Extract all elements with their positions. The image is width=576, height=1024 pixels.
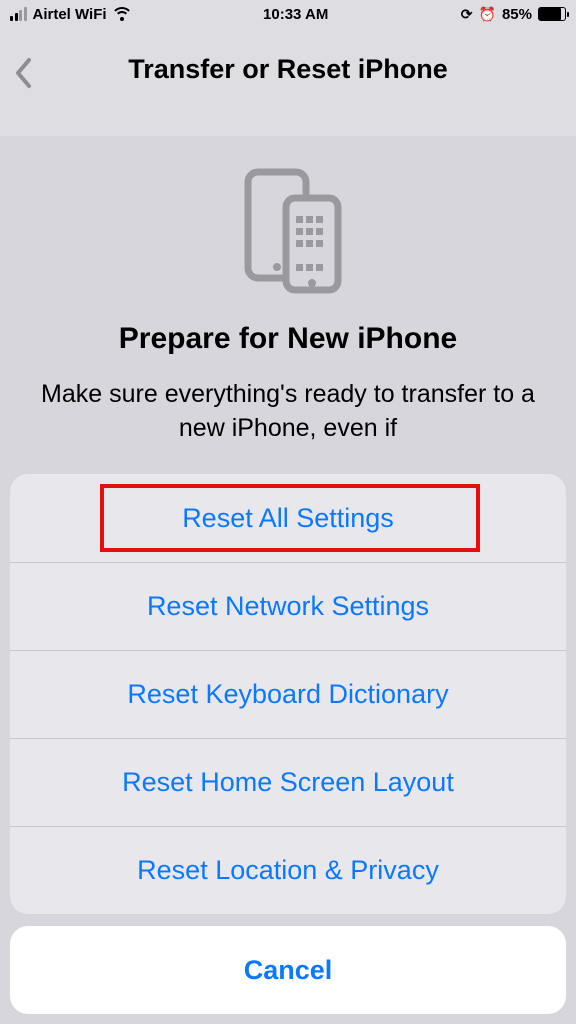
reset-network-settings-option[interactable]: Reset Network Settings: [10, 562, 566, 650]
option-label: Reset Network Settings: [147, 591, 429, 622]
reset-keyboard-dictionary-option[interactable]: Reset Keyboard Dictionary: [10, 650, 566, 738]
action-sheet-options: Reset All Settings Reset Network Setting…: [10, 474, 566, 914]
action-sheet: Reset All Settings Reset Network Setting…: [10, 474, 566, 1014]
cancel-button[interactable]: Cancel: [10, 926, 566, 1014]
option-label: Reset Home Screen Layout: [122, 767, 454, 798]
cancel-label: Cancel: [244, 955, 333, 986]
reset-location-privacy-option[interactable]: Reset Location & Privacy: [10, 826, 566, 914]
reset-all-settings-option[interactable]: Reset All Settings: [10, 474, 566, 562]
option-label: Reset Keyboard Dictionary: [127, 679, 448, 710]
option-label: Reset Location & Privacy: [137, 855, 439, 886]
option-label: Reset All Settings: [182, 503, 394, 534]
reset-home-screen-layout-option[interactable]: Reset Home Screen Layout: [10, 738, 566, 826]
